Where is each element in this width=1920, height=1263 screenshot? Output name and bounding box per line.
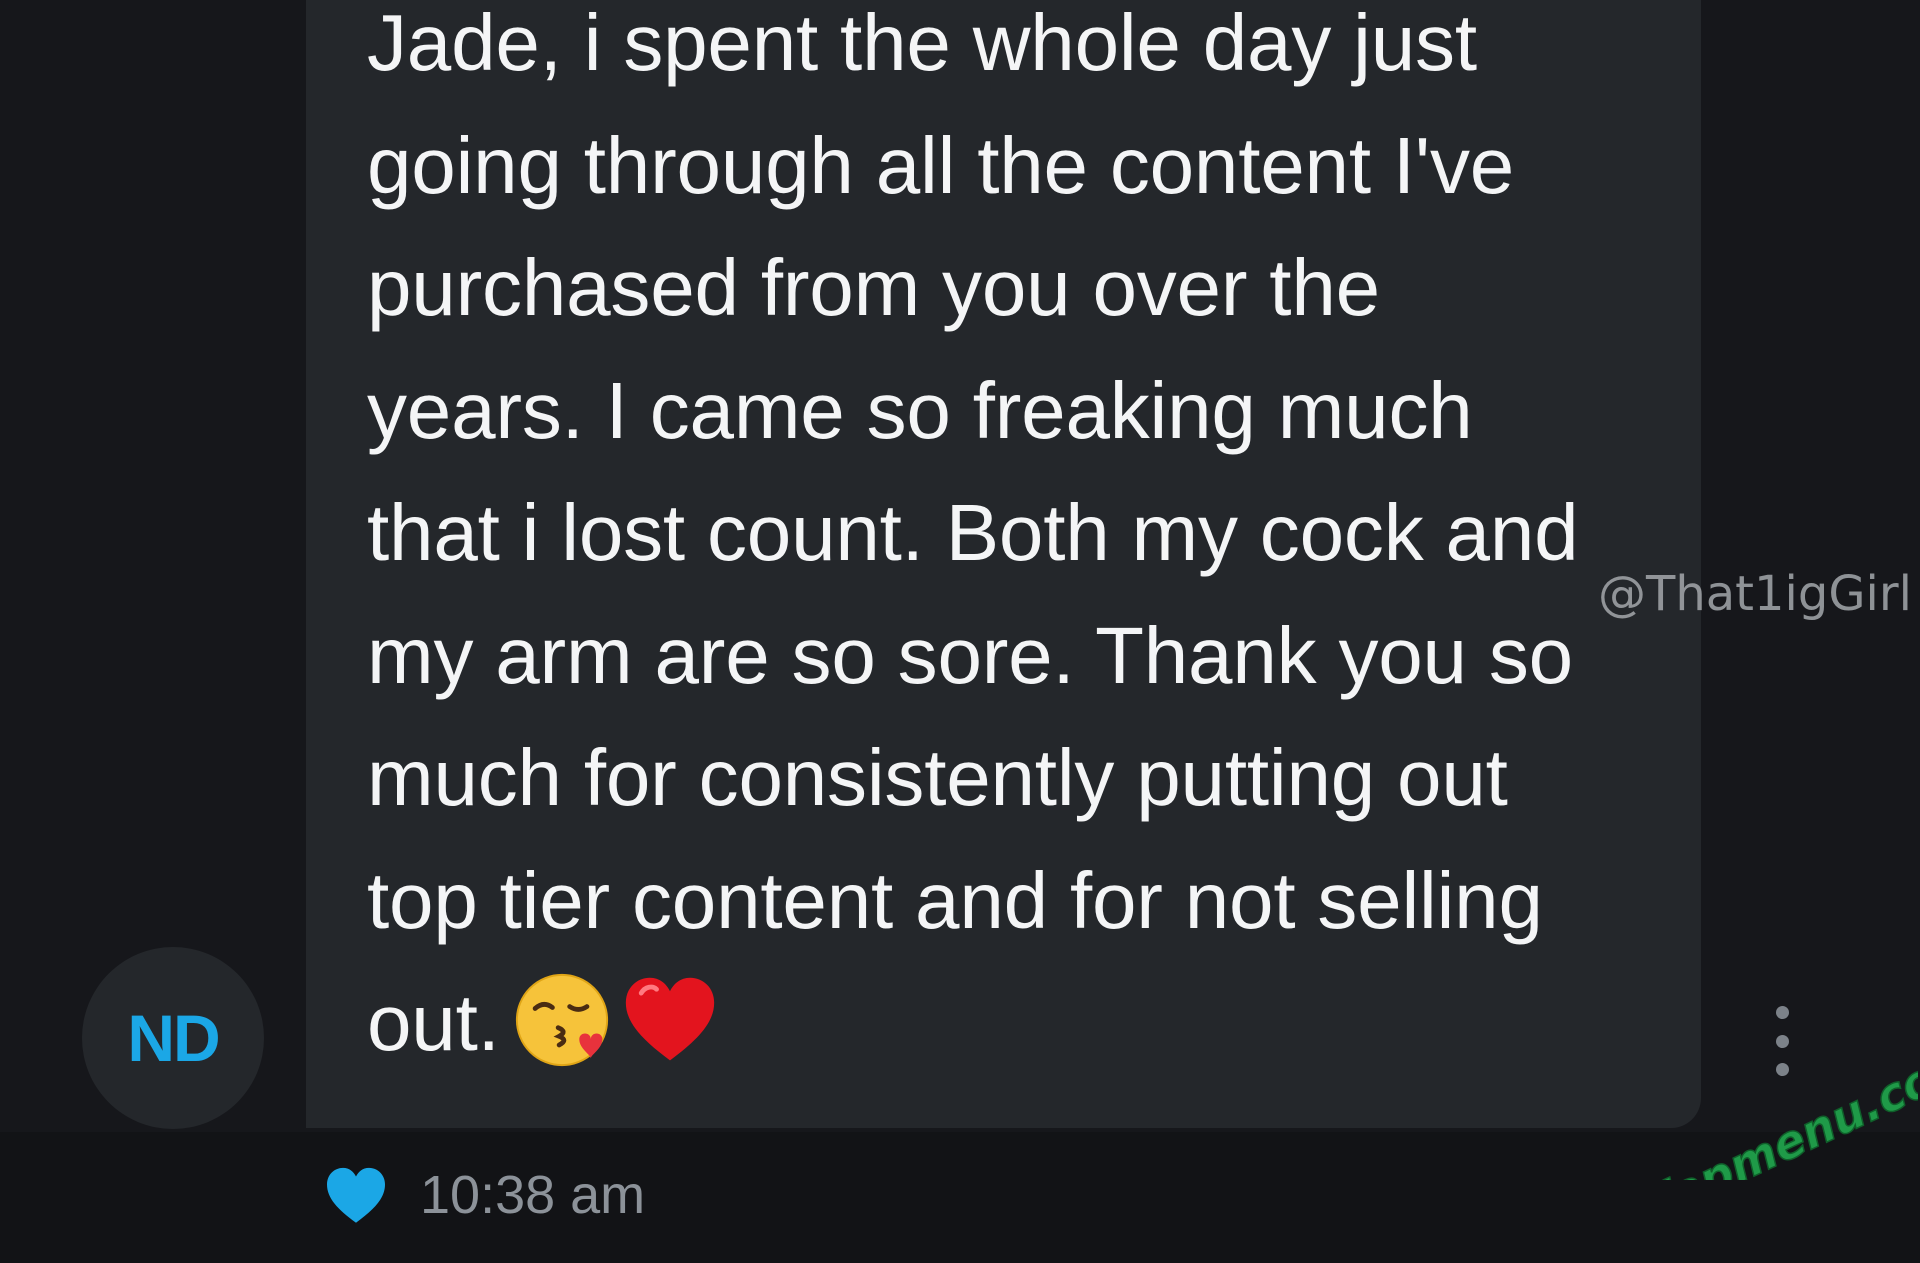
message-line: going through all the content I've: [367, 120, 1515, 210]
more-vertical-icon: [1775, 1034, 1789, 1048]
message-line: Jade, i spent the whole day just: [367, 0, 1477, 87]
red-heart-emoji: [625, 977, 714, 1061]
message-line-last: out.: [367, 973, 718, 1067]
message-timestamp: 10:38 am: [420, 1165, 646, 1225]
message-line: out.: [367, 978, 500, 1067]
message-line: much for consistently putting out: [367, 733, 1508, 822]
message-line: purchased from you over the: [367, 243, 1380, 332]
site-watermark-text: fapmenu.com: [1644, 1060, 1918, 1180]
heart-icon[interactable]: [325, 1166, 387, 1224]
message-line: that i lost count. Both my cock and: [367, 488, 1579, 577]
avatar-initials: ND: [127, 1001, 220, 1075]
more-vertical-icon: [1775, 1006, 1789, 1019]
message-text: Jade, i spent the whole day just going t…: [367, 0, 1687, 1085]
kissing-face-with-heart-emoji: [515, 973, 608, 1067]
message-line: my arm are so sore. Thank you so: [367, 610, 1573, 700]
sender-avatar[interactable]: ND: [82, 947, 264, 1129]
message-line: years. I came so freaking much: [367, 365, 1473, 455]
site-watermark-logo: fapmenu.com: [1643, 1060, 1918, 1180]
watermark-handle: @That1igGirl: [1598, 566, 1912, 622]
message-line: top tier content and for not selling: [367, 855, 1543, 945]
message-meta: 10:38 am: [325, 1155, 645, 1235]
